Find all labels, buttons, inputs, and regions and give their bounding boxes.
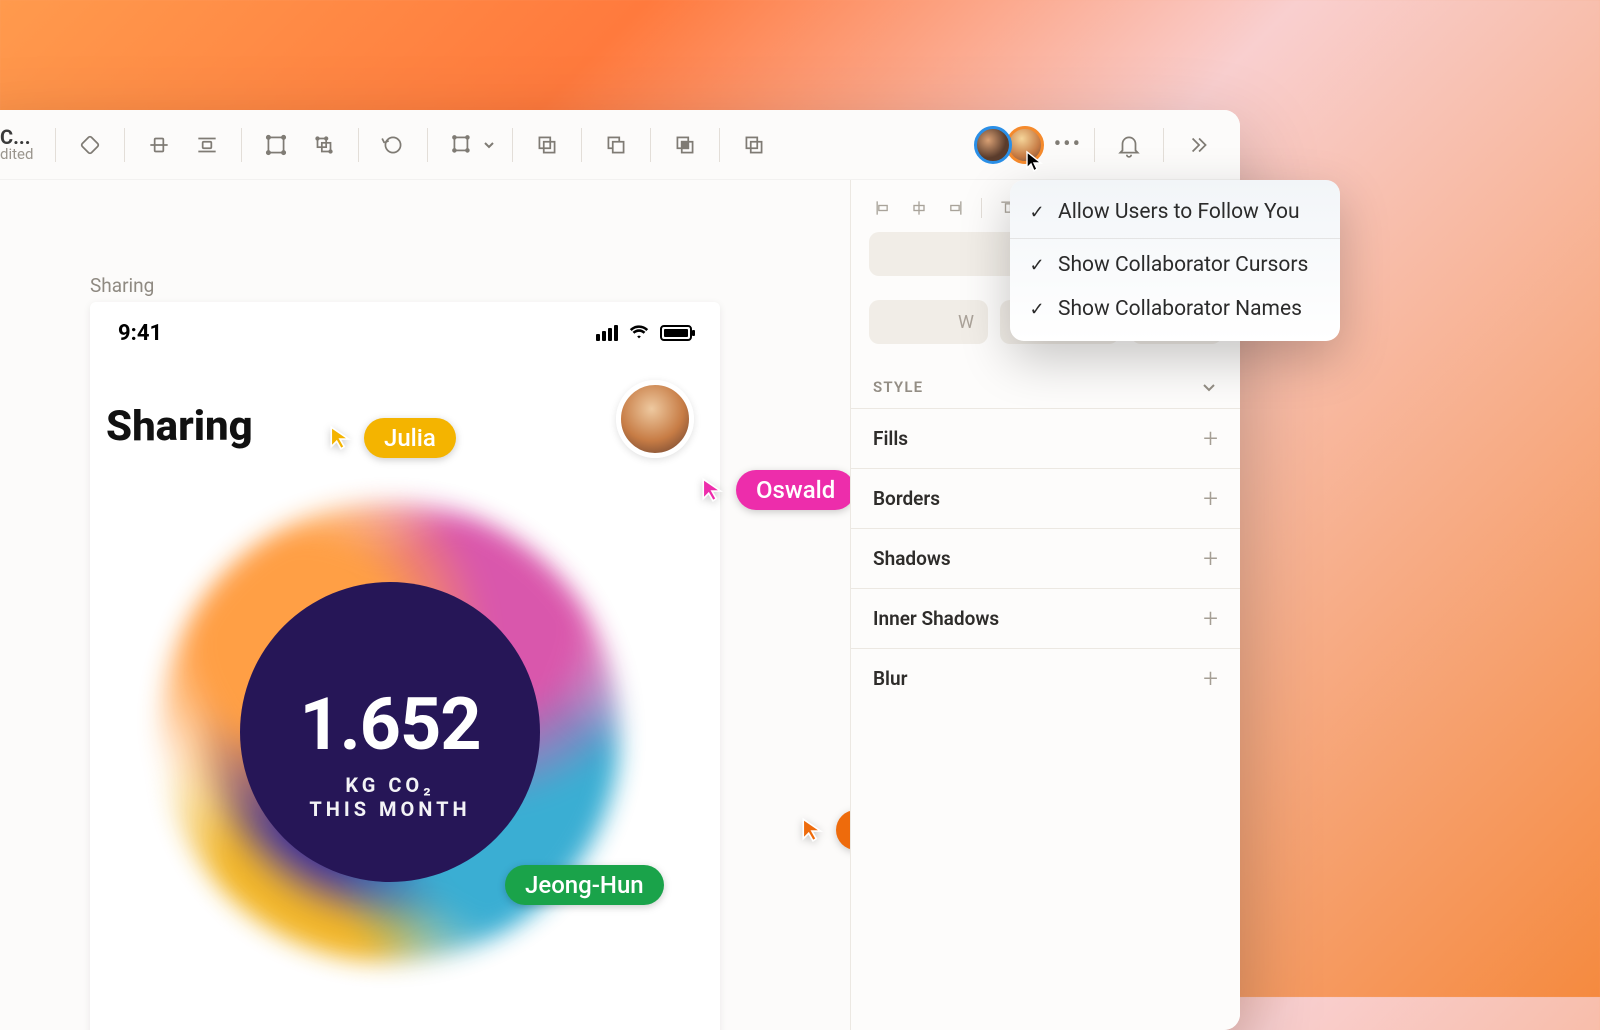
blur-row[interactable]: Blur+ <box>851 648 1240 708</box>
menu-show-cursors[interactable]: ✓ Show Collaborator Cursors <box>1010 243 1340 287</box>
toolbar-separator <box>358 128 359 162</box>
align-vertical-center-button[interactable] <box>137 123 181 167</box>
overflow-toolbar-button[interactable] <box>1176 123 1220 167</box>
check-icon: ✓ <box>1028 255 1046 276</box>
boolean-difference-button[interactable] <box>732 123 776 167</box>
chevron-down-icon <box>1200 378 1218 396</box>
toolbar-separator <box>55 128 56 162</box>
document-subtitle: dited <box>0 147 33 162</box>
document-title-block: C... dited <box>0 127 33 162</box>
style-section-header[interactable]: STYLE <box>851 358 1240 408</box>
toolbar-separator <box>719 128 720 162</box>
collaborator-cursor-jeong: Jeong-Hun <box>505 865 664 905</box>
pointer-cursor-icon <box>1025 150 1045 174</box>
collaborator-name: Oswald <box>736 470 850 510</box>
rotate-button[interactable] <box>371 123 415 167</box>
check-icon: ✓ <box>1028 299 1046 320</box>
mock-status-icons <box>596 320 692 346</box>
toolbar-separator <box>241 128 242 162</box>
resize-button[interactable] <box>440 123 484 167</box>
canvas[interactable]: Sharing 9:41 Sharing 1.652 KG CO₂ <box>0 180 850 1030</box>
cursor-icon <box>700 477 726 503</box>
boolean-subtract-button[interactable] <box>594 123 638 167</box>
document-title: C... <box>0 127 33 147</box>
signal-icon <box>596 325 618 341</box>
collaborator-avatar-1[interactable] <box>974 126 1012 164</box>
borders-row[interactable]: Borders+ <box>851 468 1240 528</box>
collaborator-name: Julia <box>364 418 456 458</box>
cursor-icon <box>328 425 354 451</box>
inner-shadows-row[interactable]: Inner Shadows+ <box>851 588 1240 648</box>
notifications-button[interactable] <box>1107 123 1151 167</box>
collaborator-name: Jeong-Hun <box>505 865 664 905</box>
collaborators-more-button[interactable]: ••• <box>1054 132 1082 157</box>
collaborator-cursor-kanye: Kanye <box>800 810 850 850</box>
toolbar-separator <box>650 128 651 162</box>
group-button[interactable] <box>254 123 298 167</box>
resize-dropdown-caret[interactable] <box>482 123 500 167</box>
artboard-label: Sharing <box>90 274 154 297</box>
metric: 1.652 KG CO₂ THIS MONTH <box>90 682 690 821</box>
artboard-heading: Sharing <box>106 402 253 451</box>
align-left-icon[interactable] <box>873 198 893 218</box>
toolbar-separator <box>512 128 513 162</box>
menu-allow-follow[interactable]: ✓ Allow Users to Follow You <box>1010 190 1340 234</box>
artboard-sharing[interactable]: 9:41 Sharing 1.652 KG CO₂ THIS MONTH <box>90 302 720 1030</box>
metric-value: 1.652 <box>90 682 690 767</box>
mock-time: 9:41 <box>118 321 162 346</box>
ungroup-button[interactable] <box>302 123 346 167</box>
align-hcenter-icon[interactable] <box>909 198 929 218</box>
insert-shape-button[interactable] <box>68 123 112 167</box>
align-right-icon[interactable] <box>945 198 965 218</box>
collaborator-cursor-julia: Julia <box>328 418 456 458</box>
toolbar: C... dited <box>0 110 1240 180</box>
collaborator-cursor-oswald: Oswald <box>700 470 850 510</box>
metric-label-2: THIS MONTH <box>90 797 690 821</box>
collaboration-menu: ✓ Allow Users to Follow You ✓ Show Colla… <box>1010 180 1340 341</box>
cursor-icon <box>800 817 826 843</box>
menu-show-names[interactable]: ✓ Show Collaborator Names <box>1010 287 1340 331</box>
metric-label-1: KG CO₂ <box>90 773 690 797</box>
fills-row[interactable]: Fills+ <box>851 408 1240 468</box>
mock-status-bar: 9:41 <box>90 302 720 346</box>
mock-user-avatar <box>616 380 694 458</box>
toolbar-separator <box>427 128 428 162</box>
boolean-union-button[interactable] <box>525 123 569 167</box>
check-icon: ✓ <box>1028 202 1046 223</box>
collaborator-name: Kanye <box>836 810 850 850</box>
boolean-intersect-button[interactable] <box>663 123 707 167</box>
w-field[interactable]: W <box>869 300 988 344</box>
shadows-row[interactable]: Shadows+ <box>851 528 1240 588</box>
toolbar-separator <box>581 128 582 162</box>
toolbar-separator <box>1094 128 1095 162</box>
distribute-horizontal-button[interactable] <box>185 123 229 167</box>
toolbar-separator <box>124 128 125 162</box>
battery-icon <box>660 325 692 341</box>
wifi-icon <box>628 320 650 346</box>
toolbar-separator <box>1163 128 1164 162</box>
menu-separator <box>1010 238 1340 239</box>
